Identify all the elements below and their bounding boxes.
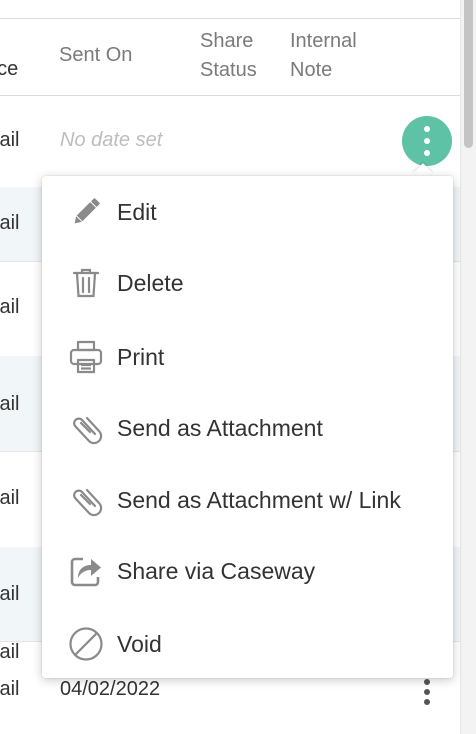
sent-on-cell: 04/02/2022: [60, 678, 161, 700]
column-header-delivery[interactable]: y nce: [0, 26, 18, 84]
row-actions-button[interactable]: [415, 677, 439, 707]
void-icon: [68, 626, 104, 662]
column-header-share-status[interactable]: Share Status: [200, 27, 257, 85]
menu-item-send-as-attachment[interactable]: Send as Attachment: [42, 400, 453, 456]
scrollbar-thumb[interactable]: [464, 0, 473, 148]
menu-item-label: Void: [117, 631, 162, 657]
menu-item-send-as-attachment-with-link[interactable]: Send as Attachment w/ Link: [42, 472, 453, 528]
trash-icon: [68, 265, 104, 301]
menu-item-label: Send as Attachment w/ Link: [117, 487, 401, 513]
menu-item-edit[interactable]: Edit: [42, 184, 453, 240]
menu-item-label: Send as Attachment: [117, 415, 323, 441]
share-icon: [68, 553, 104, 589]
menu-item-void[interactable]: Void: [42, 616, 453, 672]
delivery-method-cell: lail: [0, 487, 20, 509]
delivery-method-cell: lail: [0, 678, 20, 700]
pencil-icon: [68, 194, 104, 230]
sent-on-cell: No date set: [60, 129, 163, 151]
menu-item-label: Edit: [117, 199, 157, 225]
delivery-method-cell: lail: [0, 129, 20, 151]
menu-item-delete[interactable]: Delete: [42, 255, 453, 311]
printer-icon: [68, 339, 104, 375]
menu-item-label: Share via Caseway: [117, 558, 316, 584]
column-header-sent-on[interactable]: Sent On: [59, 41, 132, 70]
delivery-method-cell: lail: [0, 296, 20, 318]
table-header: y nce Sent On Share Status Internal Note: [0, 19, 460, 96]
scrollbar-track[interactable]: [460, 0, 476, 734]
paperclip-icon: [68, 410, 104, 446]
row-actions-button[interactable]: [402, 116, 452, 166]
menu-item-label: Delete: [117, 270, 184, 296]
table-row[interactable]: lail No date set: [0, 95, 460, 188]
delivery-method-cell: lail: [0, 212, 20, 234]
menu-item-print[interactable]: Print: [42, 329, 453, 385]
menu-item-share-via-caseway[interactable]: Share via Caseway: [42, 543, 453, 599]
delivery-method-cell: lail: [0, 393, 20, 415]
paperclip-icon: [68, 482, 104, 518]
column-header-internal-note[interactable]: Internal Note: [290, 27, 357, 85]
delivery-method-cell: lail: [0, 583, 20, 605]
row-actions-menu: Edit Delete Print Send as Attachment Sen…: [42, 176, 453, 678]
delivery-method-cell: lail: [0, 641, 20, 663]
menu-item-label: Print: [117, 344, 165, 370]
